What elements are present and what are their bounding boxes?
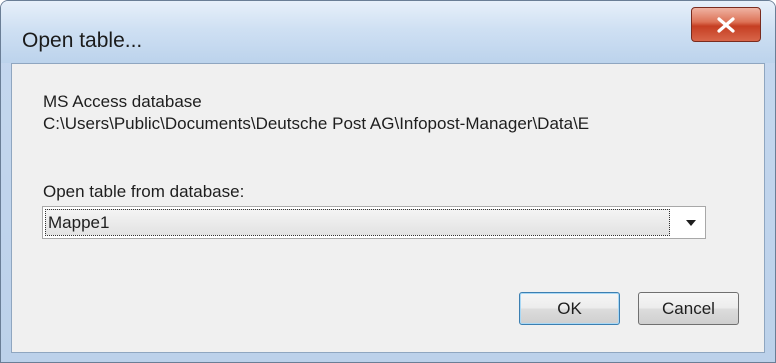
table-select-label: Open table from database: bbox=[43, 182, 245, 201]
close-button[interactable] bbox=[691, 7, 761, 42]
dialog-body: MS Access database C:\Users\Public\Docum… bbox=[11, 63, 765, 353]
cancel-button[interactable]: Cancel bbox=[638, 292, 739, 325]
open-table-dialog: Open table... MS Access database C:\User… bbox=[0, 0, 776, 363]
chevron-down-icon[interactable] bbox=[681, 216, 701, 230]
dialog-title: Open table... bbox=[22, 29, 143, 52]
close-icon bbox=[716, 16, 736, 33]
title-bar[interactable]: Open table... bbox=[1, 1, 775, 63]
database-path: C:\Users\Public\Documents\Deutsche Post … bbox=[43, 114, 590, 133]
table-select-value: Mappe1 bbox=[45, 209, 670, 236]
database-type-label: MS Access database bbox=[43, 92, 202, 111]
ok-button[interactable]: OK bbox=[519, 292, 620, 325]
table-select-dropdown[interactable]: Mappe1 bbox=[42, 206, 706, 239]
